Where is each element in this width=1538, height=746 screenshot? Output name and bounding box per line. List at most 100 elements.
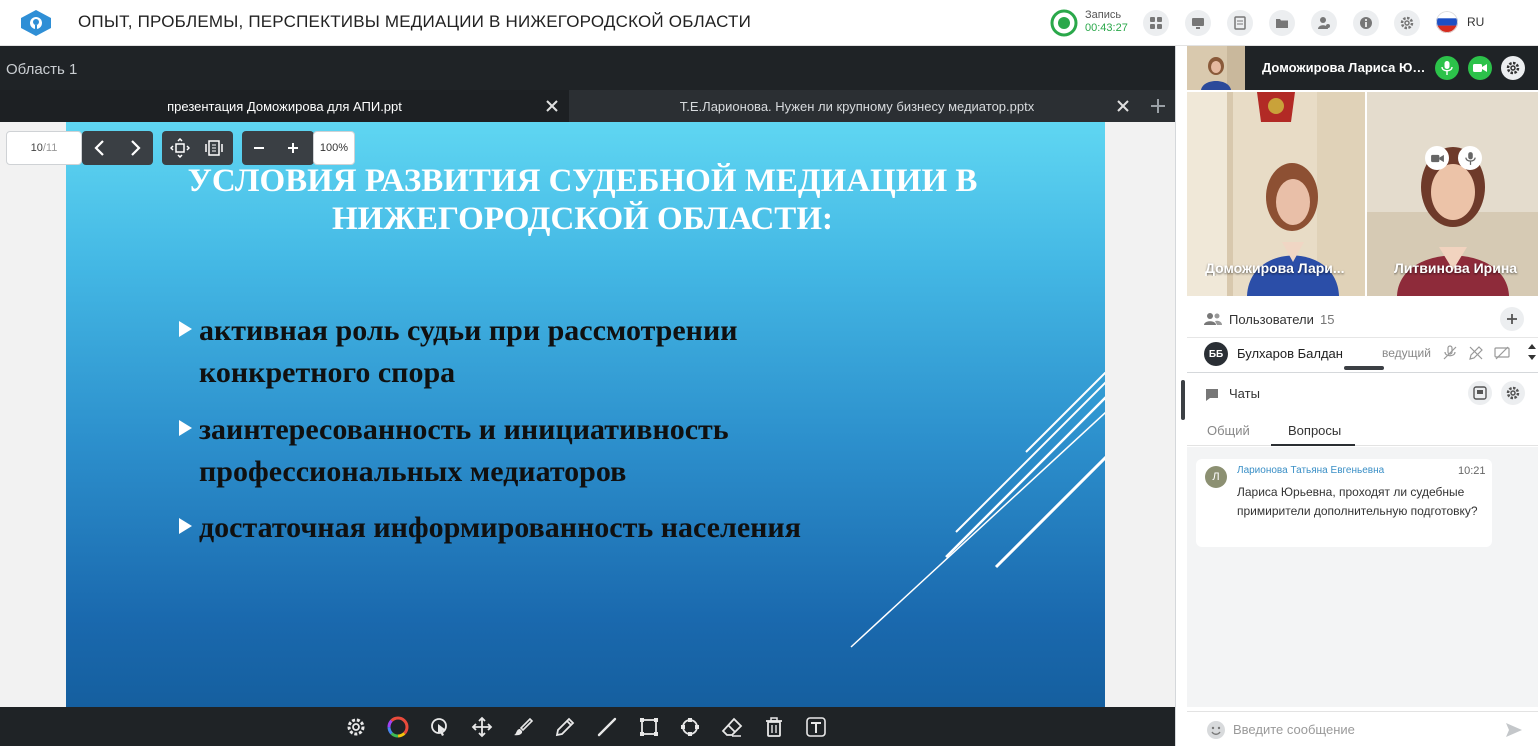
recording-label: Запись xyxy=(1085,9,1122,21)
page-indicator[interactable]: 10/11 xyxy=(6,131,82,165)
drawing-toolbar xyxy=(0,707,1175,746)
move-tool-icon[interactable] xyxy=(471,716,493,738)
zoom-level[interactable]: 100% xyxy=(313,131,355,165)
close-icon[interactable] xyxy=(1115,98,1131,114)
pen-off-icon[interactable] xyxy=(1468,345,1484,361)
screen-icon[interactable] xyxy=(1185,10,1211,36)
gear-icon[interactable] xyxy=(1501,381,1525,405)
slide-title: УСЛОВИЯ РАЗВИТИЯ СУДЕБНОЙ МЕДИАЦИИ В НИЖ… xyxy=(66,162,1099,238)
tab-questions[interactable]: Вопросы xyxy=(1288,423,1341,438)
user-name: Булхаров Балдан xyxy=(1237,346,1343,361)
chat-message: Л Ларионова Татьяна Евгеньевна 10:21 Лар… xyxy=(1196,459,1492,547)
message-text: Лариса Юрьевна, проходят ли судебные при… xyxy=(1237,485,1478,518)
plus-icon[interactable] xyxy=(1150,98,1166,114)
bullet-line: конкретного спора xyxy=(199,356,456,389)
microphone-icon[interactable] xyxy=(1458,146,1482,170)
bullet-arrow-icon xyxy=(179,420,192,436)
pointer-tool-icon[interactable] xyxy=(429,716,451,738)
recording-time: 00:43:27 xyxy=(1085,22,1128,34)
zoom-in-icon[interactable] xyxy=(283,138,303,158)
bullet-arrow-icon xyxy=(179,518,192,534)
app-logo[interactable] xyxy=(18,8,54,38)
gear-icon[interactable] xyxy=(1394,10,1420,36)
chat-icon xyxy=(1206,389,1218,401)
resize-handle[interactable] xyxy=(1181,380,1185,420)
fit-width-icon[interactable] xyxy=(170,138,190,158)
tab-label: Т.Е.Ларионова. Нужен ли крупному бизнесу… xyxy=(679,98,1035,114)
user-role: ведущий xyxy=(1382,346,1431,360)
area-label: Область 1 xyxy=(6,61,78,78)
ellipse-tool-icon[interactable] xyxy=(679,716,701,738)
scroll-arrows-icon[interactable] xyxy=(1527,342,1537,362)
gear-icon[interactable] xyxy=(1501,56,1525,80)
user-row[interactable]: ББ Булхаров Балдан ведущий xyxy=(1187,340,1538,366)
slide-bullet: активная роль судьи при рассмотрении кон… xyxy=(199,310,738,394)
slide-bullet: заинтересованность и инициативность проф… xyxy=(199,409,729,493)
message-input[interactable] xyxy=(1233,712,1493,746)
chat-messages[interactable]: Л Ларионова Татьяна Евгеньевна 10:21 Лар… xyxy=(1187,447,1538,707)
info-icon[interactable] xyxy=(1353,10,1379,36)
users-count: 15 xyxy=(1320,312,1335,327)
tab-general[interactable]: Общий xyxy=(1207,423,1250,438)
resize-handle[interactable] xyxy=(1344,366,1384,370)
russian-flag-icon[interactable] xyxy=(1436,11,1458,33)
eraser-tool-icon[interactable] xyxy=(721,716,743,738)
send-icon[interactable] xyxy=(1504,720,1524,740)
speaker-bar: Доможирова Лариса Юрь... xyxy=(1187,46,1538,90)
trash-icon[interactable] xyxy=(763,716,785,738)
fit-page-icon[interactable] xyxy=(204,138,224,158)
active-tab-underline xyxy=(1271,444,1355,446)
avatar: Л xyxy=(1205,466,1227,488)
page-nav-group xyxy=(82,131,153,165)
users-icon xyxy=(1204,313,1222,325)
chevron-left-icon[interactable] xyxy=(90,138,110,158)
line-tool-icon[interactable] xyxy=(596,716,618,738)
slide-canvas[interactable]: УСЛОВИЯ РАЗВИТИЯ СУДЕБНОЙ МЕДИАЦИИ В НИЖ… xyxy=(0,122,1175,707)
apps-icon[interactable] xyxy=(1143,10,1169,36)
slide-title-line: НИЖЕГОРОДСКОЙ ОБЛАСТИ: xyxy=(332,201,833,237)
color-wheel-icon[interactable] xyxy=(387,716,409,738)
chat-tabs: Общий Вопросы xyxy=(1187,414,1538,446)
document-icon[interactable] xyxy=(1227,10,1253,36)
users-header[interactable]: Пользователи 15 xyxy=(1187,300,1538,338)
chat-input-bar xyxy=(1187,711,1538,746)
fit-group xyxy=(162,131,233,165)
tab-presentation-domozhirova[interactable]: презентация Доможирова для АПИ.ppt xyxy=(0,90,569,122)
settings-tool-icon[interactable] xyxy=(345,716,367,738)
language-selector[interactable]: RU xyxy=(1467,15,1484,29)
speaker-thumbnail xyxy=(1187,46,1245,90)
close-icon[interactable] xyxy=(544,98,560,114)
add-user-icon[interactable] xyxy=(1500,307,1524,331)
file-tabs: презентация Доможирова для АПИ.ppt Т.Е.Л… xyxy=(0,90,1175,122)
microphone-icon[interactable] xyxy=(1435,56,1459,80)
emoji-icon[interactable] xyxy=(1206,720,1226,740)
chat-archive-icon[interactable] xyxy=(1468,381,1492,405)
mic-off-icon[interactable] xyxy=(1442,345,1458,361)
video-name: Доможирова Лари... xyxy=(1205,260,1345,276)
zoom-out-icon[interactable] xyxy=(249,138,269,158)
bullet-line: профессиональных медиаторов xyxy=(199,455,627,488)
folder-icon[interactable] xyxy=(1269,10,1295,36)
user-settings-icon[interactable] xyxy=(1311,10,1337,36)
slide: УСЛОВИЯ РАЗВИТИЯ СУДЕБНОЙ МЕДИАЦИИ В НИЖ… xyxy=(66,122,1105,707)
decorative-lines xyxy=(850,372,1105,648)
text-tool-icon[interactable] xyxy=(805,716,827,738)
avatar: ББ xyxy=(1204,342,1228,366)
message-author[interactable]: Ларионова Татьяна Евгеньевна xyxy=(1237,465,1384,476)
tab-presentation-larionova[interactable]: Т.Е.Ларионова. Нужен ли крупному бизнесу… xyxy=(571,90,1143,122)
tab-label: презентация Доможирова для АПИ.ppt xyxy=(167,98,402,114)
video-tile-litvinova[interactable]: Литвинова Ирина xyxy=(1367,92,1538,296)
brush-tool-icon[interactable] xyxy=(512,716,534,738)
record-icon[interactable] xyxy=(1050,9,1078,37)
rectangle-tool-icon[interactable] xyxy=(638,716,660,738)
camera-icon[interactable] xyxy=(1468,56,1492,80)
screen-off-icon[interactable] xyxy=(1494,345,1510,361)
chevron-right-icon[interactable] xyxy=(125,138,145,158)
camera-icon[interactable] xyxy=(1425,146,1449,170)
video-tile-domozhirova[interactable]: Доможирова Лари... xyxy=(1187,92,1365,296)
bullet-line: заинтересованность и инициативность xyxy=(199,413,729,446)
chats-label: Чаты xyxy=(1229,386,1260,401)
bullet-line: активная роль судьи при рассмотрении xyxy=(199,314,738,347)
pen-tool-icon[interactable] xyxy=(554,716,576,738)
right-panel: Доможирова Лариса Юрь... Доможирова Лари… xyxy=(1187,46,1538,746)
